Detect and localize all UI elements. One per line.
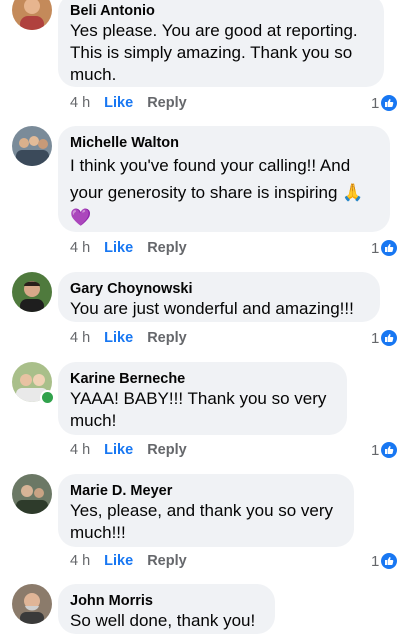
comment-timestamp[interactable]: 4 h bbox=[70, 330, 90, 346]
comment-author[interactable]: Marie D. Meyer bbox=[70, 482, 342, 500]
avatar[interactable] bbox=[12, 126, 52, 166]
comment-text-line: 💜 bbox=[70, 208, 92, 227]
comment-actions: 4 h Like Reply bbox=[70, 329, 201, 347]
comment-bubble: Gary Choynowski You are just wonderful a… bbox=[58, 272, 380, 322]
comment-text-line: YAAA! BABY!!! Thank you so very bbox=[70, 389, 327, 408]
thumbs-up-icon bbox=[381, 553, 398, 569]
reply-button[interactable]: Reply bbox=[147, 553, 187, 569]
comment-text-line: much! bbox=[70, 411, 117, 430]
thumbs-up-icon bbox=[381, 95, 398, 111]
comment-text-line: your generosity to share is inspiring 🙏 bbox=[70, 183, 364, 202]
comment-actions: 4 h Like Reply bbox=[70, 239, 201, 257]
comment-text-line: Yes please. You are good at reporting. bbox=[70, 21, 358, 40]
like-button[interactable]: Like bbox=[104, 240, 133, 256]
like-button[interactable]: Like bbox=[104, 553, 133, 569]
reaction-count-number: 1 bbox=[371, 552, 380, 570]
like-button[interactable]: Like bbox=[104, 95, 133, 111]
reaction-count[interactable]: 1 bbox=[371, 329, 398, 347]
reaction-count[interactable]: 1 bbox=[371, 441, 398, 459]
reply-button[interactable]: Reply bbox=[147, 442, 187, 458]
reaction-count-number: 1 bbox=[371, 94, 380, 112]
comment-text-line: much!!! bbox=[70, 523, 126, 542]
reaction-count[interactable]: 1 bbox=[371, 239, 398, 257]
comment-timestamp[interactable]: 4 h bbox=[70, 442, 90, 458]
comment-author[interactable]: Beli Antonio bbox=[70, 2, 372, 20]
comment-bubble: Beli Antonio Yes please. You are good at… bbox=[58, 0, 384, 87]
comment-bubble: Michelle Walton I think you've found you… bbox=[58, 126, 390, 232]
thumbs-up-icon bbox=[381, 330, 398, 346]
reaction-count-number: 1 bbox=[371, 239, 380, 257]
like-button[interactable]: Like bbox=[104, 442, 133, 458]
comment-actions: 4 h Like Reply bbox=[70, 94, 201, 112]
comment-timestamp[interactable]: 4 h bbox=[70, 553, 90, 569]
avatar[interactable] bbox=[12, 0, 52, 30]
reaction-count-number: 1 bbox=[371, 441, 380, 459]
comment-text-line: Yes, please, and thank you so very bbox=[70, 501, 334, 520]
avatar[interactable] bbox=[12, 584, 52, 624]
reaction-count[interactable]: 1 bbox=[371, 552, 398, 570]
comment-bubble: Marie D. Meyer Yes, please, and thank yo… bbox=[58, 474, 354, 547]
comment-text-line: So well done, thank you! bbox=[70, 611, 256, 630]
reaction-count[interactable]: 1 bbox=[371, 94, 398, 112]
comment-bubble: Karine Berneche YAAA! BABY!!! Thank you … bbox=[58, 362, 347, 435]
comment-text-line: much. bbox=[70, 65, 117, 84]
comment-text-line: This is simply amazing. Thank you so bbox=[70, 43, 353, 62]
like-button[interactable]: Like bbox=[104, 330, 133, 346]
avatar[interactable] bbox=[12, 272, 52, 312]
comment-actions: 4 h Like Reply bbox=[70, 441, 201, 459]
reaction-count-number: 1 bbox=[371, 329, 380, 347]
online-status-indicator bbox=[40, 390, 55, 405]
comment-timestamp[interactable]: 4 h bbox=[70, 95, 90, 111]
reply-button[interactable]: Reply bbox=[147, 95, 187, 111]
comment-author[interactable]: Karine Berneche bbox=[70, 370, 335, 388]
thumbs-up-icon bbox=[381, 240, 398, 256]
comment-author[interactable]: John Morris bbox=[70, 592, 263, 610]
reply-button[interactable]: Reply bbox=[147, 240, 187, 256]
comment-actions: 4 h Like Reply bbox=[70, 552, 201, 570]
thumbs-up-icon bbox=[381, 442, 398, 458]
comment-author[interactable]: Michelle Walton bbox=[70, 134, 378, 152]
comment-text-line: You are just wonderful and amazing!!! bbox=[70, 299, 354, 318]
avatar[interactable] bbox=[12, 474, 52, 514]
comment-text-line: I think you've found your calling!! And bbox=[70, 156, 351, 175]
reply-button[interactable]: Reply bbox=[147, 330, 187, 346]
comment-timestamp[interactable]: 4 h bbox=[70, 240, 90, 256]
comment-author[interactable]: Gary Choynowski bbox=[70, 280, 368, 298]
comment-bubble: John Morris So well done, thank you! bbox=[58, 584, 275, 634]
